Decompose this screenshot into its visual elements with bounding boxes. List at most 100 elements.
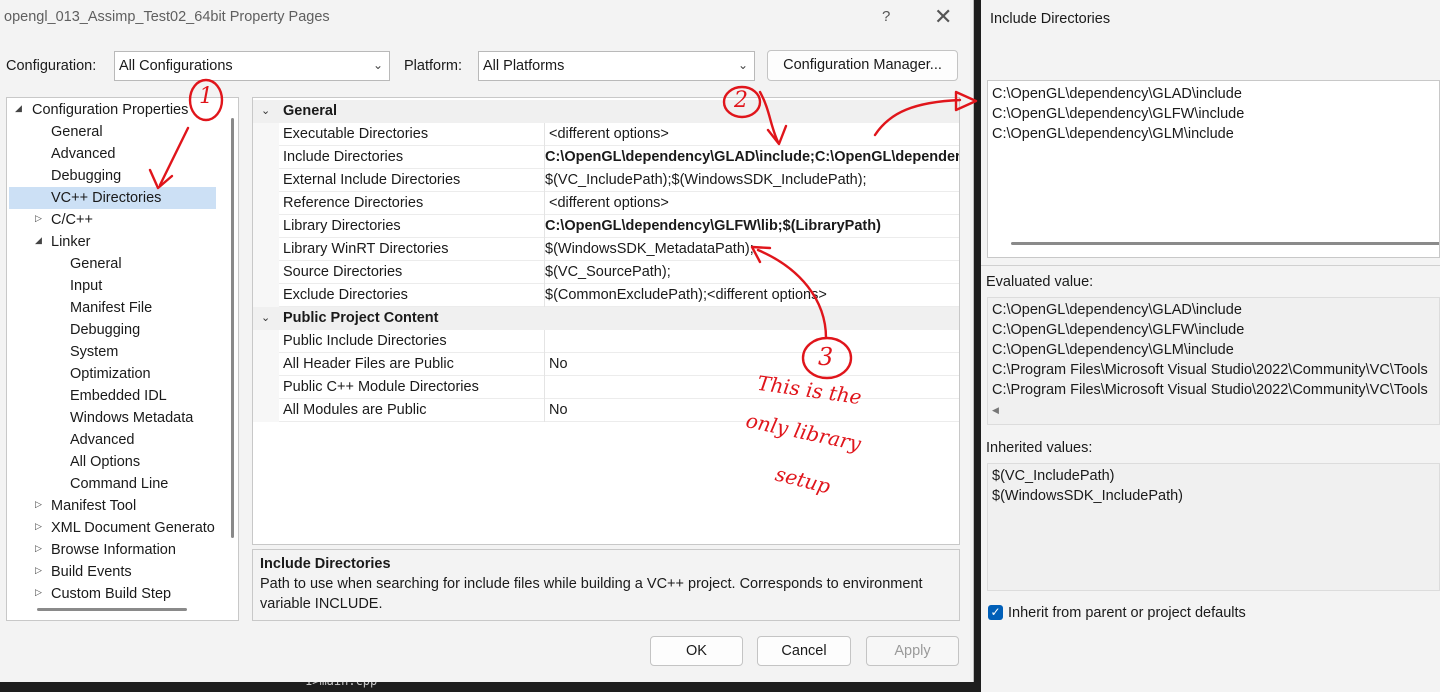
tree-vertical-scrollbar[interactable] — [231, 118, 234, 538]
inherit-checkbox-label[interactable]: Inherit from parent or project defaults — [1008, 605, 1246, 621]
category-public-project-content[interactable]: ⌄ Public Project Content — [253, 307, 959, 330]
tree-item-configuration-properties[interactable]: Configuration Properties — [32, 99, 188, 121]
configuration-manager-button[interactable]: Configuration Manager... — [767, 50, 958, 81]
property-value[interactable]: <different options> — [544, 123, 959, 146]
tree-item-browse-information[interactable]: Browse Information — [51, 539, 176, 561]
grid-row-all-header-files-public[interactable]: All Header Files are Public No — [253, 353, 959, 376]
collapsed-icon[interactable]: ▷ — [35, 543, 42, 554]
property-name: Source Directories — [283, 264, 403, 280]
grid-row-public-include-directories[interactable]: Public Include Directories — [253, 330, 959, 353]
chevron-down-icon[interactable]: ⌄ — [261, 307, 270, 330]
marker-2-label: 2 — [734, 88, 748, 113]
tree-item-linker-system[interactable]: System — [70, 341, 118, 363]
include-dialog-title: Include Directories — [990, 11, 1111, 27]
tree-item-debugging[interactable]: Debugging — [51, 165, 121, 187]
configuration-value: All Configurations — [119, 58, 233, 74]
tree-item-linker-input[interactable]: Input — [70, 275, 102, 297]
tree-item-linker-manifest-file[interactable]: Manifest File — [70, 297, 152, 319]
platform-combo[interactable]: All Platforms ⌄ — [478, 51, 755, 81]
property-grid: ⌄ General Executable Directories <differ… — [252, 97, 960, 545]
inherit-checkbox[interactable]: ✓ — [988, 605, 1003, 620]
marker-3-label: 3 — [818, 343, 834, 371]
evaluated-line: C:\Program Files\Microsoft Visual Studio… — [992, 362, 1428, 378]
inherited-values-box: $(VC_IncludePath) $(WindowsSDK_IncludePa… — [987, 463, 1440, 591]
evaluated-line: C:\OpenGL\dependency\GLAD\include — [992, 302, 1242, 318]
collapsed-icon[interactable]: ▷ — [35, 565, 42, 576]
inherited-values-label: Inherited values: — [986, 440, 1093, 456]
grid-row-reference-directories[interactable]: Reference Directories <different options… — [253, 192, 959, 215]
tree-item-c-cpp[interactable]: C/C++ — [51, 209, 93, 231]
tree-item-advanced[interactable]: Advanced — [51, 143, 116, 165]
tree-item-build-events[interactable]: Build Events — [51, 561, 132, 583]
grid-row-exclude-directories[interactable]: Exclude Directories $(CommonExcludePath)… — [253, 284, 959, 307]
property-value[interactable]: $(VC_SourcePath); — [544, 261, 959, 284]
tree-item-linker-all-options[interactable]: All Options — [70, 451, 140, 473]
property-value[interactable]: <different options> — [544, 192, 959, 215]
configuration-combo[interactable]: All Configurations ⌄ — [114, 51, 390, 81]
tree-item-linker-command-line[interactable]: Command Line — [70, 473, 168, 495]
divider — [981, 265, 1440, 266]
expanded-icon[interactable]: ◢ — [35, 235, 42, 246]
property-name: Reference Directories — [283, 195, 424, 211]
category-general[interactable]: ⌄ General — [253, 100, 959, 123]
close-icon[interactable]: ✕ — [934, 4, 952, 30]
tree-item-linker-windows-metadata[interactable]: Windows Metadata — [70, 407, 193, 429]
grid-row-library-winrt-directories[interactable]: Library WinRT Directories $(WindowsSDK_M… — [253, 238, 959, 261]
grid-row-executable-directories[interactable]: Executable Directories <different option… — [253, 123, 959, 146]
evaluated-line: C:\Program Files\Microsoft Visual Studio… — [992, 382, 1428, 398]
include-entry[interactable]: C:\OpenGL\dependency\GLAD\include — [992, 84, 1242, 104]
grid-row-source-directories[interactable]: Source Directories $(VC_SourcePath); — [253, 261, 959, 284]
collapsed-icon[interactable]: ▷ — [35, 213, 42, 224]
property-value[interactable]: C:\OpenGL\dependency\GLFW\lib;$(LibraryP… — [544, 215, 959, 238]
description-panel: Include Directories Path to use when sea… — [252, 549, 960, 621]
property-name: Library WinRT Directories — [283, 241, 449, 257]
include-entry[interactable]: C:\OpenGL\dependency\GLFW\include — [992, 104, 1244, 124]
tree-item-manifest-tool[interactable]: Manifest Tool — [51, 495, 136, 517]
category-label: Public Project Content — [283, 310, 439, 326]
tree-item-xml-document-generator[interactable]: XML Document Generato — [51, 517, 215, 539]
property-name: Public Include Directories — [283, 333, 447, 349]
tree-item-vc-directories[interactable]: VC++ Directories — [9, 187, 216, 209]
include-entry[interactable]: C:\OpenGL\dependency\GLM\include — [992, 124, 1234, 144]
tree-item-linker-embedded-idl[interactable]: Embedded IDL — [70, 385, 167, 407]
property-value[interactable]: C:\OpenGL\dependency\GLAD\include;C:\Ope… — [544, 146, 959, 169]
tree-item-linker-general[interactable]: General — [70, 253, 122, 275]
ok-button[interactable]: OK — [650, 636, 743, 666]
inherited-line: $(VC_IncludePath) — [992, 468, 1115, 484]
tree-item-linker-advanced[interactable]: Advanced — [70, 429, 135, 451]
configuration-label: Configuration: — [6, 58, 97, 74]
entries-horizontal-scrollbar[interactable] — [1011, 242, 1439, 245]
scroll-left-icon[interactable]: ◀ — [992, 405, 999, 416]
property-value[interactable]: $(CommonExcludePath);<different options> — [544, 284, 959, 307]
tree-item-linker-optimization[interactable]: Optimization — [70, 363, 151, 385]
apply-button[interactable]: Apply — [866, 636, 959, 666]
chevron-down-icon[interactable]: ⌄ — [261, 100, 270, 123]
property-value[interactable]: $(VC_IncludePath);$(WindowsSDK_IncludePa… — [544, 169, 959, 192]
collapsed-icon[interactable]: ▷ — [35, 521, 42, 532]
grid-row-library-directories[interactable]: Library Directories C:\OpenGL\dependency… — [253, 215, 959, 238]
collapsed-icon[interactable]: ▷ — [35, 499, 42, 510]
expanded-icon[interactable]: ◢ — [15, 103, 22, 114]
property-value[interactable] — [544, 330, 959, 353]
tree-item-general[interactable]: General — [51, 121, 103, 143]
evaluated-value-label: Evaluated value: — [986, 274, 1094, 290]
grid-row-include-directories[interactable]: Include Directories C:\OpenGL\dependency… — [253, 146, 959, 169]
tree-item-linker[interactable]: Linker — [51, 231, 91, 253]
cancel-button[interactable]: Cancel — [757, 636, 851, 666]
property-value[interactable]: No — [544, 353, 959, 376]
property-value[interactable] — [544, 376, 959, 399]
description-text: Path to use when searching for include f… — [260, 576, 923, 612]
tree-item-custom-build-step[interactable]: Custom Build Step — [51, 583, 171, 605]
include-directories-dialog: Include Directories C:\OpenGL\dependency… — [981, 0, 1440, 692]
grid-row-external-include-directories[interactable]: External Include Directories $(VC_Includ… — [253, 169, 959, 192]
chevron-down-icon: ⌄ — [372, 58, 383, 72]
tree-item-linker-debugging[interactable]: Debugging — [70, 319, 140, 341]
help-button[interactable]: ? — [882, 8, 890, 25]
property-tree: ◢ Configuration Properties General Advan… — [6, 97, 239, 621]
property-name: Executable Directories — [283, 126, 429, 142]
include-entries-list[interactable]: C:\OpenGL\dependency\GLAD\include C:\Ope… — [987, 80, 1440, 258]
collapsed-icon[interactable]: ▷ — [35, 587, 42, 598]
tree-horizontal-scrollbar[interactable] — [37, 608, 187, 611]
evaluated-line: C:\OpenGL\dependency\GLM\include — [992, 342, 1234, 358]
property-value[interactable]: $(WindowsSDK_MetadataPath); — [544, 238, 959, 261]
